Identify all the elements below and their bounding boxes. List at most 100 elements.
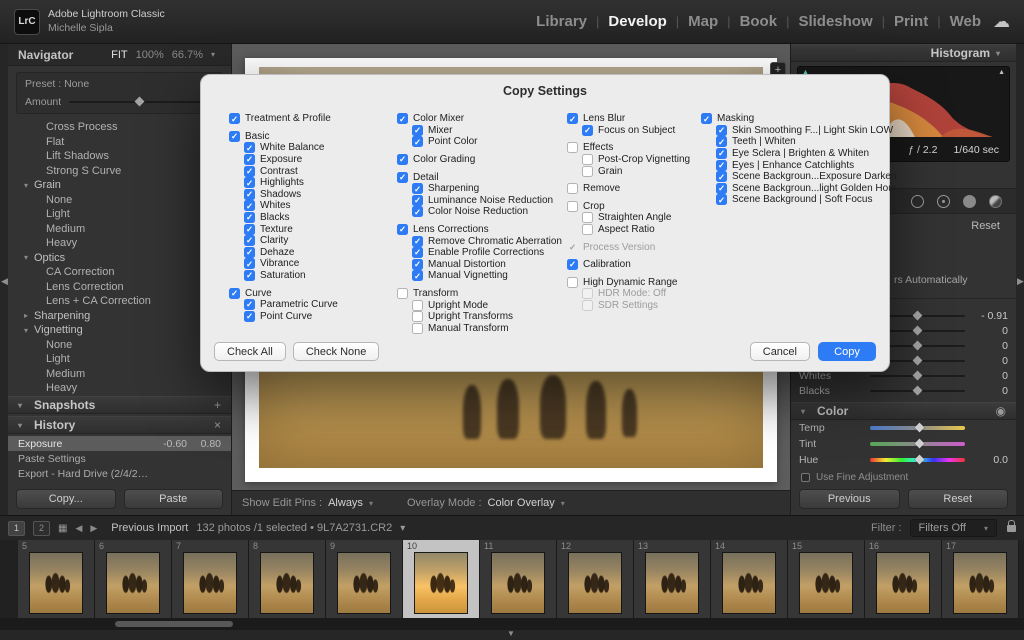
masking-reset-button[interactable]: Reset [971, 220, 1000, 232]
history-step-paste-settings[interactable]: Paste Settings [8, 451, 231, 466]
checkbox-sharpening[interactable]: ✓ [412, 183, 423, 194]
checkbox-color-mixer[interactable]: ✓ [397, 113, 408, 124]
filmstrip-thumbnail-12[interactable]: 12 [557, 540, 634, 618]
checkbox-row-sharpening[interactable]: ✓Sharpening [412, 183, 573, 195]
checkbox-row-calibration[interactable]: ✓Calibration [567, 259, 743, 271]
preset-group-grain[interactable]: ▾Grain [8, 178, 231, 193]
checkbox-clarity[interactable]: ✓ [244, 235, 255, 246]
preset-item-strong-s-curve[interactable]: Strong S Curve [8, 164, 231, 179]
preset-item-cross-process[interactable]: Cross Process [8, 120, 231, 135]
filmstrip-thumbnail-13[interactable]: 13 [634, 540, 711, 618]
checkbox-row-high-dynamic-range[interactable]: High Dynamic Range [567, 277, 743, 289]
checkbox-row-mixer[interactable]: ✓Mixer [412, 125, 573, 137]
masking-tool-icon[interactable] [989, 195, 1002, 208]
thumbnail-photo[interactable] [723, 553, 775, 613]
thumbnail-photo[interactable] [954, 553, 1006, 613]
right-panel-collapse-icon[interactable]: ▶ [1017, 276, 1024, 287]
checkbox-scene-background-soft-focus[interactable]: ✓ [716, 194, 727, 205]
checkbox-row-texture[interactable]: ✓Texture [244, 223, 405, 235]
preset-item-light[interactable]: Light [8, 207, 231, 222]
checkbox-sdr-settings[interactable] [582, 300, 593, 311]
preset-group-sharpening[interactable]: ▸Sharpening [8, 309, 231, 324]
checkbox-row-scene-background-soft-focus[interactable]: ✓Scene Background | Soft Focus [716, 194, 877, 206]
checkbox-high-dynamic-range[interactable] [567, 277, 578, 288]
previous-photo-arrow-icon[interactable]: ◀ [75, 523, 82, 534]
slider-knob[interactable] [912, 340, 922, 350]
navigator-header[interactable]: Navigator FIT 100% 66.7% ▾ [8, 44, 231, 66]
checkbox-post-crop-vignetting[interactable] [582, 154, 593, 165]
checkbox-manual-vignetting[interactable]: ✓ [412, 270, 423, 281]
checkbox-parametric-curve[interactable]: ✓ [244, 299, 255, 310]
checkbox-masking[interactable]: ✓ [701, 113, 712, 124]
grid-view-icon[interactable]: ▦ [58, 523, 67, 534]
auto-update-label[interactable]: rs Automatically [894, 274, 968, 286]
checkbox-texture[interactable]: ✓ [244, 224, 255, 235]
slider-knob[interactable] [912, 385, 922, 395]
secondary-window-button[interactable]: 2 [33, 521, 50, 536]
filmstrip-thumbnail-17[interactable]: 17 [942, 540, 1019, 618]
checkbox-row-upright-transforms[interactable]: Upright Transforms [412, 311, 573, 323]
checkbox-row-scene-backgroun-exposure-darken[interactable]: ✓Scene Backgroun...Exposure Darken [716, 171, 877, 183]
preset-item-flat[interactable]: Flat [8, 135, 231, 150]
filmstrip-thumbnail-8[interactable]: 8 [249, 540, 326, 618]
checkbox-row-hdr-mode-off[interactable]: HDR Mode: Off [582, 288, 743, 300]
module-tab-slideshow[interactable]: Slideshow [798, 13, 872, 30]
checkbox-manual-distortion[interactable]: ✓ [412, 259, 423, 270]
checkbox-row-treatment-profile[interactable]: ✓Treatment & Profile [229, 113, 405, 125]
preset-item-heavy[interactable]: Heavy [8, 381, 231, 396]
checkbox-row-white-balance[interactable]: ✓White Balance [244, 142, 405, 154]
filmstrip-source[interactable]: Previous Import [111, 522, 188, 534]
checkbox-whites[interactable]: ✓ [244, 200, 255, 211]
checkbox-eye-sclera-brighten-whiten[interactable]: ✓ [716, 148, 727, 159]
preset-item-lens-ca-correction[interactable]: Lens + CA Correction [8, 294, 231, 309]
preset-item-medium[interactable]: Medium [8, 222, 231, 237]
checkbox-exposure[interactable]: ✓ [244, 154, 255, 165]
add-snapshot-button[interactable]: + [214, 398, 221, 412]
filmstrip-thumbnail-14[interactable]: 14 [711, 540, 788, 618]
checkbox-row-highlights[interactable]: ✓Highlights [244, 177, 405, 189]
checkbox-color-noise-reduction[interactable]: ✓ [412, 206, 423, 217]
preset-group-optics[interactable]: ▾Optics [8, 251, 231, 266]
checkbox-lens-blur[interactable]: ✓ [567, 113, 578, 124]
checkbox-eyes-enhance-catchlights[interactable]: ✓ [716, 160, 727, 171]
checkbox-row-aspect-ratio[interactable]: Aspect Ratio [582, 224, 743, 236]
healing-tool-icon[interactable] [937, 195, 950, 208]
color-header[interactable]: ▾ Color ◉ [791, 402, 1016, 420]
zoom-100-button[interactable]: 100% [136, 49, 164, 61]
zoom-dropdown-icon[interactable]: ▾ [211, 50, 221, 59]
history-step-exposure[interactable]: Exposure-0.600.80 [8, 436, 231, 451]
checkbox-color-grading[interactable]: ✓ [397, 154, 408, 165]
slider-knob[interactable] [912, 370, 922, 380]
checkbox-luminance-noise-reduction[interactable]: ✓ [412, 195, 423, 206]
slider-track[interactable] [870, 390, 965, 392]
filmstrip-thumbnail-11[interactable]: 11 [480, 540, 557, 618]
filmstrip-thumbnail-15[interactable]: 15 [788, 540, 865, 618]
checkbox-process-version[interactable]: ✓ [567, 242, 578, 253]
checkbox-crop[interactable] [567, 201, 578, 212]
checkbox-row-masking[interactable]: ✓Masking [701, 113, 877, 125]
checkbox-skin-smoothing-f-light-skin-low[interactable]: ✓ [716, 125, 727, 136]
checkbox-row-saturation[interactable]: ✓Saturation [244, 270, 405, 282]
copy-button[interactable]: Copy [818, 342, 876, 361]
checkbox-white-balance[interactable]: ✓ [244, 142, 255, 153]
temp-slider[interactable] [870, 426, 965, 430]
panel-eye-icon[interactable]: ◉ [996, 404, 1006, 418]
thumbnail-photo[interactable] [877, 553, 929, 613]
checkbox-row-luminance-noise-reduction[interactable]: ✓Luminance Noise Reduction [412, 195, 573, 207]
module-tab-map[interactable]: Map [688, 13, 718, 30]
checkbox-row-vibrance[interactable]: ✓Vibrance [244, 258, 405, 270]
hue-slider[interactable] [870, 458, 965, 462]
checkbox-curve[interactable]: ✓ [229, 288, 240, 299]
filmstrip-thumbnail-10[interactable]: 10 [403, 540, 480, 618]
checkbox-row-parametric-curve[interactable]: ✓Parametric Curve [244, 299, 405, 311]
checkbox-lens-corrections[interactable]: ✓ [397, 224, 408, 235]
overlay-mode-value[interactable]: Color Overlay [488, 497, 555, 509]
preset-item-lens-correction[interactable]: Lens Correction [8, 280, 231, 295]
thumbnail-photo[interactable] [800, 553, 852, 613]
checkbox-row-point-curve[interactable]: ✓Point Curve [244, 311, 405, 323]
preset-item-light[interactable]: Light [8, 352, 231, 367]
thumbnail-photo[interactable] [415, 553, 467, 613]
checkbox-remove[interactable] [567, 183, 578, 194]
thumbnail-photo[interactable] [107, 553, 159, 613]
preset-item-ca-correction[interactable]: CA Correction [8, 265, 231, 280]
